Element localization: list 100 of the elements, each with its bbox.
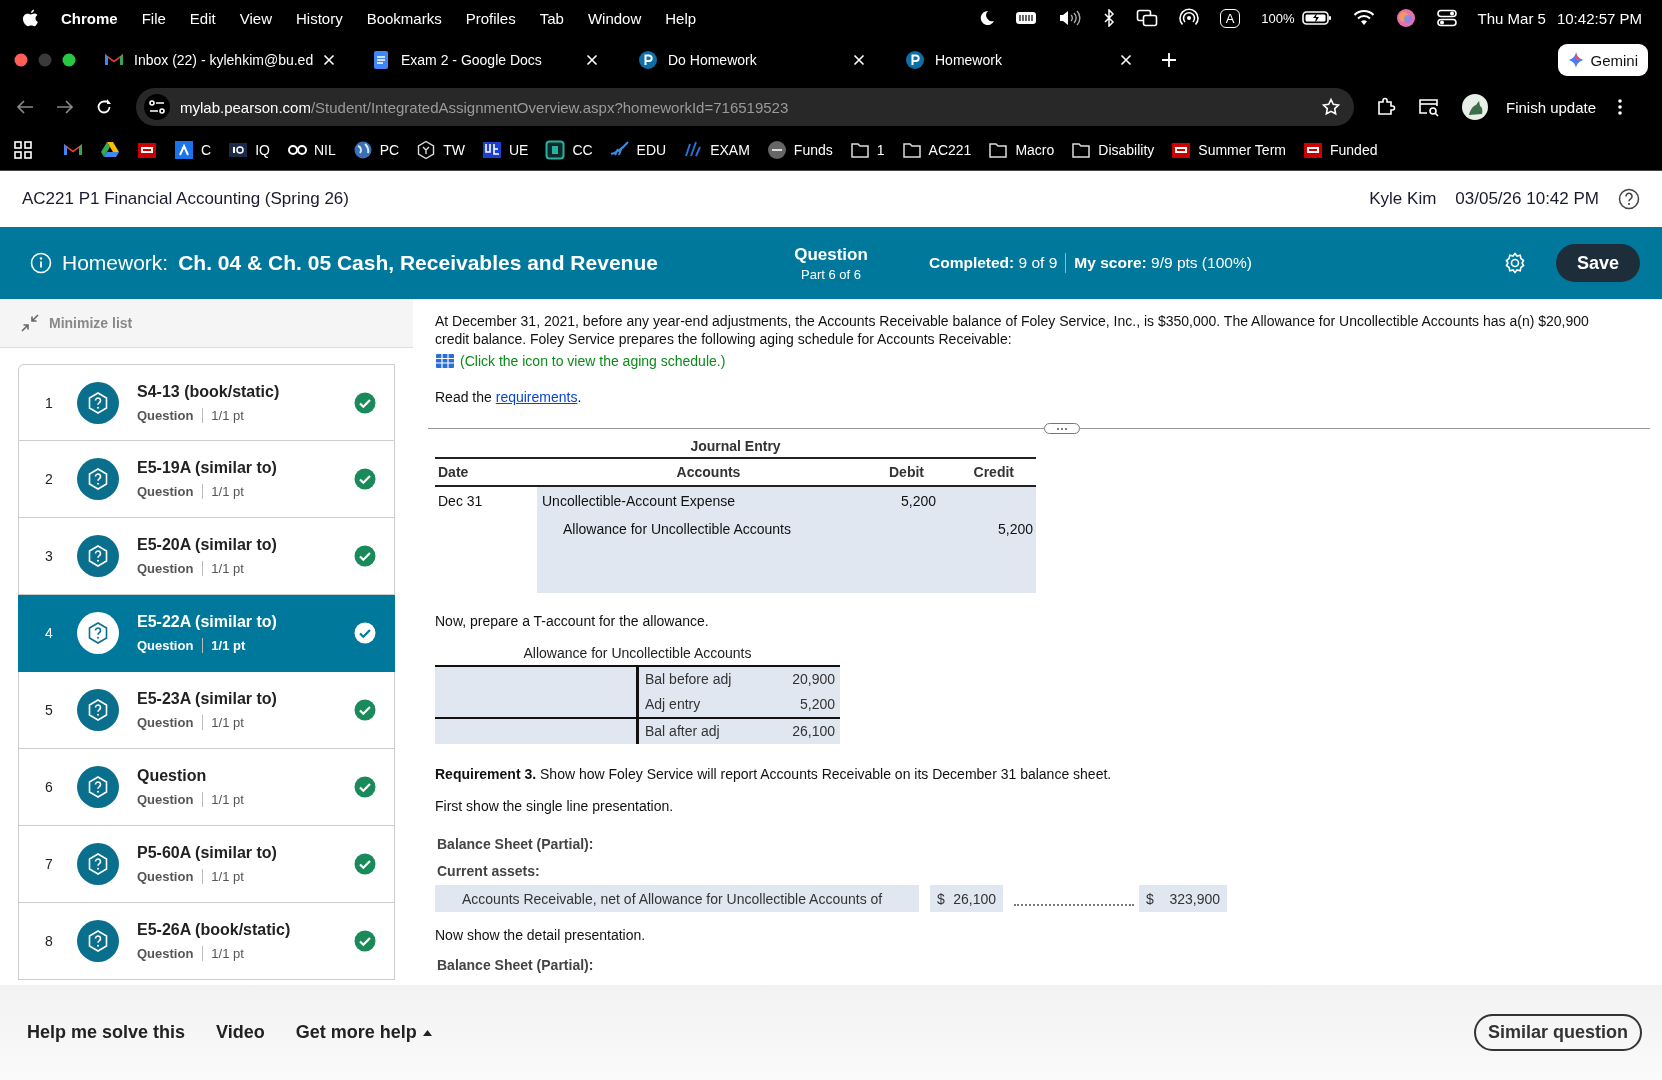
browser-tab[interactable]: Homework bbox=[895, 41, 1142, 79]
close-icon[interactable] bbox=[586, 54, 598, 66]
question-list-item[interactable]: 1 S4-13 (book/static) Question 1/1 pt bbox=[18, 364, 395, 441]
user-name: Kyle Kim bbox=[1369, 189, 1437, 209]
menu-item[interactable]: History bbox=[295, 9, 343, 27]
tab-title: Exam 2 - Google Docs bbox=[401, 52, 543, 68]
question-list-item[interactable]: 2 E5-19A (similar to) Question 1/1 pt bbox=[18, 441, 395, 518]
table-cell: Allowance for Uncollectible Accounts bbox=[563, 521, 791, 537]
question-text: At December 31, 2021, before any year-end adjustments, the Accounts Receivable balance of Foley Service, Inc., is $350,000. The Allowance for Uncollectible Accounts has a(n) $20,900 credit balance. Foley Service prepares the following aging schedule for Accounts Receivable: bbox=[435, 313, 1590, 348]
close-icon[interactable] bbox=[323, 54, 336, 66]
battery-icon[interactable] bbox=[1301, 10, 1332, 26]
more-icon[interactable] bbox=[1618, 99, 1623, 115]
bookmark[interactable]: EXAM bbox=[683, 140, 750, 160]
section-title: Balance Sheet (Partial): bbox=[436, 836, 595, 852]
aging-schedule-link[interactable]: (Click the icon to view the aging schedule.) bbox=[435, 353, 1650, 369]
close-icon[interactable] bbox=[853, 54, 865, 66]
bookmark[interactable]: IQ bbox=[228, 140, 270, 160]
screens-icon[interactable] bbox=[1135, 9, 1158, 27]
help-button[interactable]: Video bbox=[216, 1022, 265, 1043]
bookmark[interactable]: 1 bbox=[849, 140, 885, 160]
forward-icon[interactable] bbox=[56, 99, 74, 115]
bookmark[interactable]: PC bbox=[352, 140, 400, 160]
question-list-item[interactable]: 8 E5-26A (book/static) Question 1/1 pt bbox=[18, 903, 395, 980]
close-icon[interactable] bbox=[1120, 54, 1132, 66]
tab-title: Homework bbox=[935, 52, 1003, 68]
help-icon[interactable] bbox=[1618, 188, 1640, 210]
requirement-text: Requirement 3. Show how Foley Service will report Accounts Receivable on its December 31 balance sheet. bbox=[435, 766, 1113, 782]
account-select[interactable]: Accounts Receivable, net of Allowance for Uncollectible Accounts of bbox=[435, 885, 919, 912]
more-help-button[interactable]: Get more help bbox=[295, 1022, 432, 1043]
bookmark[interactable]: C bbox=[174, 140, 212, 160]
input-source-indicator[interactable]: A bbox=[1219, 8, 1241, 28]
question-list-item[interactable]: 7 P5-60A (similar to) Question 1/1 pt bbox=[18, 826, 395, 903]
assistant-icon[interactable] bbox=[1395, 8, 1416, 28]
tab-search-icon[interactable] bbox=[1418, 97, 1440, 117]
bookmark[interactable]: UE bbox=[481, 140, 529, 160]
address-text[interactable]: mylab.pearson.com/Student/IntegratedAssignmentOverview.aspx?homeworkId=716519523 bbox=[180, 98, 1312, 116]
help-button[interactable]: Help me solve this bbox=[27, 1022, 186, 1043]
avatar-icon[interactable] bbox=[1462, 94, 1488, 120]
question-title: P5-60A (similar to) bbox=[137, 844, 278, 862]
keyboard-icon[interactable] bbox=[1014, 10, 1037, 26]
site-settings-icon[interactable] bbox=[149, 100, 165, 114]
bookmark[interactable]: Disability bbox=[1071, 140, 1155, 160]
volume-icon[interactable] bbox=[1057, 10, 1082, 26]
homework-title: Ch. 04 & Ch. 05 Cash, Receivables and Revenue bbox=[178, 251, 658, 275]
bookmark[interactable]: Summer Term bbox=[1171, 140, 1286, 160]
amount-field[interactable]: $ 323,900 bbox=[1139, 885, 1227, 912]
bookmark[interactable]: TW bbox=[416, 140, 465, 160]
browser-tab[interactable]: Inbox (22) - kylehkim@bu.ed bbox=[94, 41, 341, 79]
question-points: 1/1 pt bbox=[202, 484, 244, 499]
menu-item[interactable]: File bbox=[141, 9, 166, 27]
close-window-icon[interactable] bbox=[14, 53, 28, 67]
triangle-logo-icon[interactable] bbox=[100, 140, 120, 160]
bookmark[interactable]: Funds bbox=[766, 140, 833, 160]
menu-item[interactable]: Edit bbox=[189, 9, 216, 27]
item-number: 1 bbox=[44, 394, 54, 411]
bluetooth-icon[interactable] bbox=[1102, 9, 1115, 27]
menu-item[interactable]: Tab bbox=[539, 9, 564, 27]
question-badge-icon bbox=[77, 458, 119, 500]
gemini-button[interactable]: Gemini bbox=[1558, 44, 1648, 76]
bookmark[interactable]: AC221 bbox=[901, 140, 972, 160]
browser-tab[interactable]: Exam 2 - Google Docs bbox=[361, 41, 608, 79]
bookmark-star-icon[interactable] bbox=[1322, 98, 1340, 116]
wifi-icon[interactable] bbox=[1352, 10, 1375, 26]
debit-entry-field[interactable] bbox=[435, 717, 636, 744]
update-button[interactable]: Finish update bbox=[1506, 98, 1597, 116]
app-menu[interactable]: Chrome bbox=[61, 9, 118, 27]
bookmark[interactable]: Macro bbox=[988, 140, 1055, 160]
reload-icon[interactable] bbox=[96, 99, 112, 115]
back-icon[interactable] bbox=[16, 99, 34, 115]
zoom-window-icon[interactable] bbox=[62, 53, 76, 67]
browser-tab[interactable]: Do Homework bbox=[628, 41, 875, 79]
minimize-icon bbox=[21, 314, 39, 332]
settings-icon[interactable] bbox=[1504, 252, 1526, 274]
debit-entry-field[interactable] bbox=[435, 667, 636, 717]
site-logo-icon bbox=[481, 140, 502, 160]
site-logo-icon[interactable] bbox=[137, 140, 157, 160]
question-title: Question bbox=[137, 767, 208, 785]
puzzle-icon[interactable] bbox=[1376, 97, 1396, 117]
question-list-item[interactable]: 5 E5-23A (similar to) Question 1/1 pt bbox=[18, 672, 395, 749]
menu-item[interactable]: Help bbox=[665, 9, 697, 27]
menu-item[interactable]: Profiles bbox=[465, 9, 516, 27]
menu-item[interactable]: Bookmarks bbox=[366, 9, 442, 27]
similar-question-button[interactable]: Similar question bbox=[1473, 1014, 1642, 1051]
bookmark[interactable]: EDU bbox=[609, 140, 667, 160]
menu-item[interactable]: Window bbox=[587, 9, 642, 27]
bookmark[interactable]: CC bbox=[545, 140, 593, 160]
amount-field[interactable]: $ 26,100 bbox=[930, 885, 1003, 912]
control-center-icon[interactable] bbox=[1436, 9, 1457, 27]
question-list-item[interactable]: 4 E5-22A (similar to) Question 1/1 pt bbox=[18, 595, 395, 672]
menu-item[interactable]: View bbox=[239, 9, 272, 27]
plus-icon[interactable] bbox=[1162, 53, 1176, 67]
bookmark[interactable]: Funded bbox=[1302, 140, 1378, 160]
address-bar[interactable]: mylab.pearson.com/Student/IntegratedAssignmentOverview.aspx?homeworkId=716519523 bbox=[136, 88, 1354, 126]
site-logo-icon bbox=[766, 140, 787, 160]
apps-icon[interactable] bbox=[14, 141, 32, 159]
save-button[interactable]: Save bbox=[1556, 244, 1640, 282]
instruction-text: Read the requirements. bbox=[435, 389, 583, 405]
question-list-item[interactable]: 6 Question Question 1/1 pt bbox=[18, 749, 395, 826]
bookmark[interactable]: NIL bbox=[286, 140, 336, 160]
question-title: E5-26A (book/static) bbox=[137, 921, 292, 939]
